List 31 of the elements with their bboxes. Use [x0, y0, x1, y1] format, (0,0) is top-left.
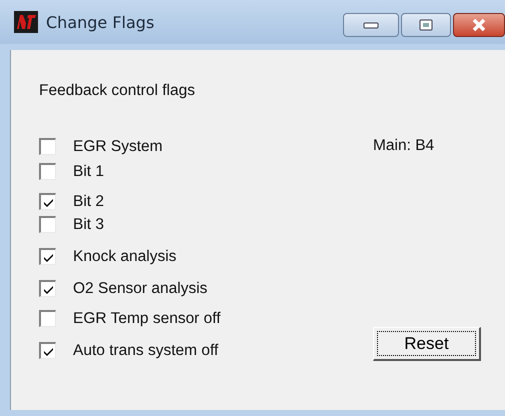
checkbox-label: EGR Temp sensor off: [73, 310, 221, 328]
check-icon: [42, 196, 54, 208]
checkbox-label: O2 Sensor analysis: [73, 280, 208, 298]
checkbox-label: EGR System: [73, 138, 163, 156]
checkbox-label: Bit 1: [73, 162, 104, 180]
maximize-button[interactable]: [401, 13, 451, 37]
checkbox-label: Bit 3: [73, 216, 104, 234]
checkbox[interactable]: [39, 193, 56, 210]
minimize-icon: [363, 21, 379, 29]
check-icon: [42, 252, 54, 262]
group-label: Feedback control flags: [39, 82, 196, 100]
checkbox[interactable]: [39, 310, 56, 327]
checkbox[interactable]: [39, 342, 56, 359]
maximize-icon: [419, 19, 433, 31]
close-icon: [471, 18, 487, 32]
checkbox[interactable]: [39, 138, 56, 155]
minimize-button[interactable]: [343, 13, 399, 37]
check-icon: [42, 284, 54, 294]
reset-button[interactable]: Reset: [373, 327, 481, 361]
checkbox[interactable]: [39, 216, 56, 233]
window-title: Change Flags: [46, 12, 156, 32]
check-icon: [42, 346, 54, 356]
checkbox[interactable]: [39, 248, 56, 265]
checkbox-label: Bit 2: [73, 192, 104, 210]
close-button[interactable]: [453, 13, 505, 37]
checkbox[interactable]: [39, 163, 56, 180]
checkbox[interactable]: [39, 280, 56, 297]
app-logo-icon: [14, 11, 38, 33]
main-label: Main: B4: [373, 137, 436, 155]
checkbox-label: Auto trans system off: [73, 342, 218, 360]
checkbox-label: Knock analysis: [73, 248, 176, 266]
